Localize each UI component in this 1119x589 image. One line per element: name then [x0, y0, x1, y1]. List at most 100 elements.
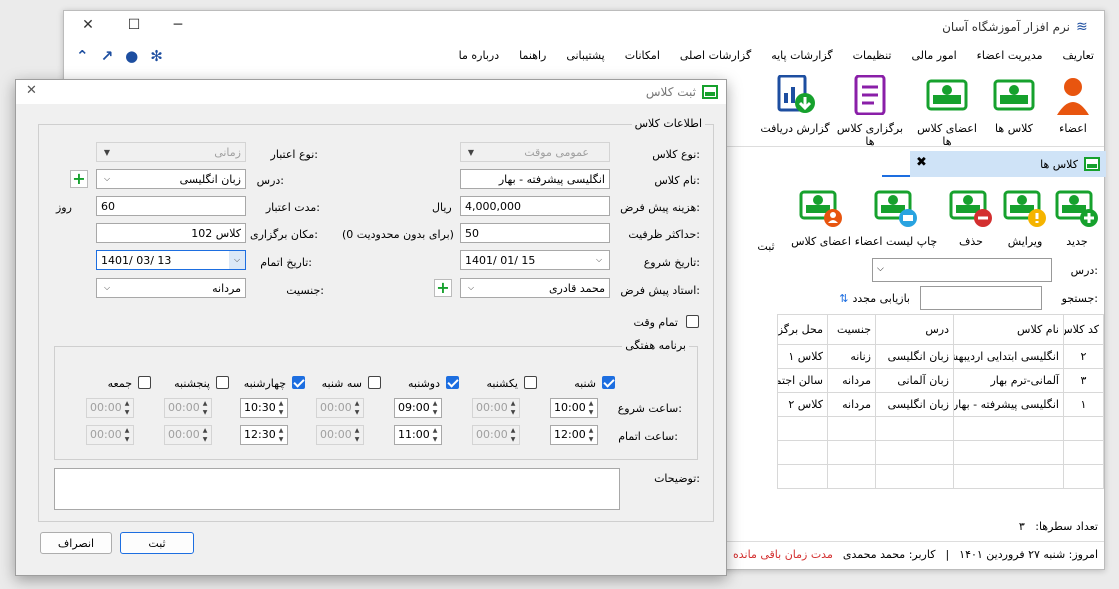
- end-date-picker[interactable]: 1401/ 03/ 13 ⌵: [96, 250, 246, 270]
- description-textarea[interactable]: [54, 468, 620, 510]
- close-icon[interactable]: ✕: [26, 83, 37, 98]
- credit-type-select[interactable]: زمانی ▼: [96, 142, 246, 162]
- spinner-arrows-icon[interactable]: ▲ ▼: [199, 426, 211, 444]
- gender-select[interactable]: مردانه ⌵: [96, 278, 246, 298]
- column-header[interactable]: درس: [875, 314, 954, 345]
- add-teacher-button[interactable]: +: [434, 279, 452, 297]
- table-row[interactable]: [777, 464, 1104, 489]
- time-value: 00:00: [320, 401, 352, 414]
- table-row[interactable]: [777, 440, 1104, 465]
- day-checkbox[interactable]: [216, 376, 229, 389]
- tab-classes[interactable]: ✖ کلاس ها: [910, 151, 1106, 177]
- column-header[interactable]: کد کلاس: [1063, 314, 1104, 345]
- spinner-arrows-icon[interactable]: ▲ ▼: [275, 426, 287, 444]
- menu-item[interactable]: پشتیبانی: [566, 49, 604, 62]
- spinner-arrows-icon[interactable]: ▲ ▼: [429, 426, 441, 444]
- minimize-icon[interactable]: ─: [168, 17, 188, 33]
- day-checkbox[interactable]: [292, 376, 305, 389]
- delete-class-button[interactable]: حذف: [946, 188, 996, 248]
- print-members-button[interactable]: چاپ لیست اعضاء: [854, 188, 938, 248]
- add-lesson-button[interactable]: +: [70, 170, 88, 188]
- validity-input[interactable]: 60: [96, 196, 246, 216]
- class-type-select[interactable]: عمومی موقت ▼: [460, 142, 610, 162]
- cancel-button[interactable]: انصراف: [40, 532, 112, 554]
- column-header[interactable]: جنسیت: [827, 314, 876, 345]
- lesson-filter-combo[interactable]: ⌵: [872, 258, 1052, 282]
- ribbon-classes-button[interactable]: کلاس ها: [984, 75, 1044, 135]
- menu-item[interactable]: گزارشات اصلی: [680, 49, 751, 62]
- ribbon-hold-classes-button[interactable]: برگزاری کلاس ها: [832, 74, 908, 148]
- spinner-arrows-icon[interactable]: ▲ ▼: [429, 399, 441, 417]
- save-button[interactable]: ثبت: [120, 532, 194, 554]
- end-time-spinner[interactable]: 11:00 ▲ ▼: [394, 425, 442, 445]
- start-time-spinner[interactable]: 09:00 ▲ ▼: [394, 398, 442, 418]
- menu-item[interactable]: مدیریت اعضاء: [977, 49, 1043, 62]
- spinner-arrows-icon[interactable]: ▲ ▼: [121, 399, 133, 417]
- menu-item[interactable]: امور مالی: [911, 49, 956, 62]
- fulltime-checkbox[interactable]: [686, 315, 699, 328]
- fee-input[interactable]: 4,000,000: [460, 196, 610, 216]
- end-time-spinner[interactable]: 12:00 ▲ ▼: [550, 425, 598, 445]
- menu-item[interactable]: درباره ما: [459, 49, 499, 62]
- menu-item[interactable]: تنظیمات: [853, 49, 892, 62]
- table-row[interactable]: ۲انگلیسی ابتدایی اردیبهشتزبان انگلیسیزنا…: [777, 344, 1104, 369]
- class-name-input[interactable]: انگلیسی پیشرفته - بهار: [460, 169, 610, 189]
- class-members-button[interactable]: اعضای کلاس: [788, 188, 854, 248]
- end-time-spinner[interactable]: 00:00 ▲ ▼: [316, 425, 364, 445]
- close-tab-icon[interactable]: ✖: [916, 155, 927, 170]
- teacher-select[interactable]: محمد قادری ⌵: [460, 278, 610, 298]
- start-time-spinner[interactable]: 00:00 ▲ ▼: [164, 398, 212, 418]
- close-icon[interactable]: ✕: [78, 17, 98, 33]
- spinner-arrows-icon[interactable]: ▲ ▼: [585, 426, 597, 444]
- start-time-spinner[interactable]: 10:00 ▲ ▼: [550, 398, 598, 418]
- day-checkbox[interactable]: [524, 376, 537, 389]
- arrow-up-right-icon[interactable]: ↗: [101, 47, 114, 65]
- spinner-arrows-icon[interactable]: ▲ ▼: [275, 399, 287, 417]
- menu-item[interactable]: تعاریف: [1063, 49, 1094, 62]
- start-time-spinner[interactable]: 10:30 ▲ ▼: [240, 398, 288, 418]
- save-button-partial[interactable]: ثبت: [746, 240, 786, 253]
- start-date-picker[interactable]: 1401/ 01/ 15 ⌵: [460, 250, 610, 270]
- maximize-icon[interactable]: ☐: [124, 17, 144, 33]
- column-header[interactable]: محل برگزاری: [777, 314, 828, 345]
- start-time-spinner[interactable]: 00:00 ▲ ▼: [86, 398, 134, 418]
- day-checkbox[interactable]: [446, 376, 459, 389]
- reload-button[interactable]: ⇅ بازیابی مجدد: [839, 292, 910, 305]
- ribbon-class-members-button[interactable]: اعضای کلاس ها: [912, 75, 982, 148]
- start-time-spinner[interactable]: 00:00 ▲ ▼: [472, 398, 520, 418]
- gear-icon[interactable]: ✻: [150, 47, 163, 65]
- user-icon[interactable]: ●: [125, 47, 138, 65]
- lesson-select[interactable]: زبان انگلیسی ⌵: [96, 169, 246, 189]
- day-checkbox[interactable]: [138, 376, 151, 389]
- menu-item[interactable]: راهنما: [519, 49, 546, 62]
- end-time-spinner[interactable]: 12:30 ▲ ▼: [240, 425, 288, 445]
- capacity-input[interactable]: 50: [460, 223, 610, 243]
- column-header[interactable]: نام کلاس: [953, 314, 1064, 345]
- day-checkbox[interactable]: [602, 376, 615, 389]
- ribbon-receipt-report-button[interactable]: گزارش دریافت: [760, 74, 830, 135]
- spinner-arrows-icon[interactable]: ▲ ▼: [507, 426, 519, 444]
- reload-label: بازیابی مجدد: [852, 292, 910, 305]
- ribbon-members-button[interactable]: اعضاء: [1048, 75, 1098, 135]
- end-time-spinner[interactable]: 00:00 ▲ ▼: [472, 425, 520, 445]
- collapse-ribbon-icon[interactable]: ⌃: [76, 47, 89, 65]
- start-time-spinner[interactable]: 00:00 ▲ ▼: [316, 398, 364, 418]
- table-row[interactable]: [777, 416, 1104, 441]
- place-input[interactable]: کلاس 102: [96, 223, 246, 243]
- menu-item[interactable]: گزارشات پایه: [771, 49, 832, 62]
- menu-item[interactable]: امکانات: [625, 49, 660, 62]
- spinner-arrows-icon[interactable]: ▲ ▼: [199, 399, 211, 417]
- table-row[interactable]: ۳ آلمانی-ترم بهار زبان آلمانی مردانه سالن اج…: [777, 368, 1104, 393]
- end-time-spinner[interactable]: 00:00 ▲ ▼: [164, 425, 212, 445]
- edit-class-button[interactable]: ویرایش: [998, 188, 1052, 248]
- table-row[interactable]: ۱ انگلیسی پیشرفته - بهار زبان انگلیسی مردان…: [777, 392, 1104, 417]
- end-time-spinner[interactable]: 00:00 ▲ ▼: [86, 425, 134, 445]
- search-input[interactable]: [920, 286, 1042, 310]
- new-class-button[interactable]: جدید: [1052, 188, 1102, 248]
- day-checkbox[interactable]: [368, 376, 381, 389]
- spinner-arrows-icon[interactable]: ▲ ▼: [585, 399, 597, 417]
- spinner-arrows-icon[interactable]: ▲ ▼: [351, 399, 363, 417]
- spinner-arrows-icon[interactable]: ▲ ▼: [507, 399, 519, 417]
- spinner-arrows-icon[interactable]: ▲ ▼: [121, 426, 133, 444]
- spinner-arrows-icon[interactable]: ▲ ▼: [351, 426, 363, 444]
